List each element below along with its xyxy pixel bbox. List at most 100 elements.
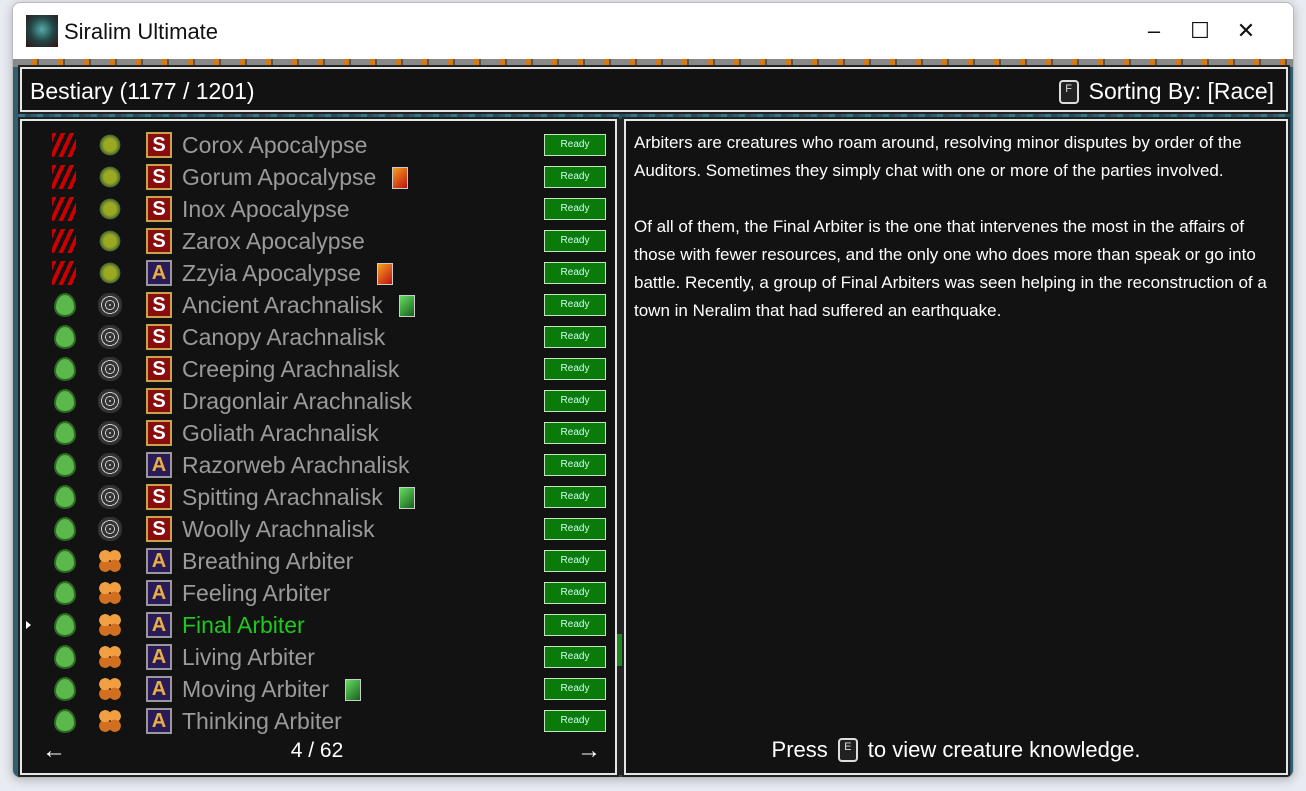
- creature-row[interactable]: A Feeling Arbiter Ready: [22, 577, 612, 609]
- class-badge-icon: S: [146, 132, 172, 158]
- creature-row[interactable]: A Razorweb Arachnalisk Ready: [22, 449, 612, 481]
- app-icon: [26, 15, 58, 47]
- creature-row[interactable]: S Canopy Arachnalisk Ready: [22, 321, 612, 353]
- ready-badge[interactable]: Ready: [544, 390, 606, 412]
- ready-badge[interactable]: Ready: [544, 262, 606, 284]
- ready-badge[interactable]: Ready: [544, 678, 606, 700]
- class-badge-icon: S: [146, 324, 172, 350]
- next-page-arrow[interactable]: →: [577, 737, 601, 765]
- game-area: Bestiary (1177 / 1201) F Sorting By: [Ra…: [13, 59, 1293, 777]
- creature-name: Ancient Arachnalisk: [182, 292, 383, 318]
- scrollbar-thumb[interactable]: [617, 634, 624, 666]
- arbiter-race-icon: [98, 581, 122, 605]
- ready-badge[interactable]: Ready: [544, 326, 606, 348]
- green-card-icon: [398, 294, 415, 317]
- ready-badge[interactable]: Ready: [544, 358, 606, 380]
- creature-description: Arbiters are creatures who roam around, …: [624, 119, 1288, 775]
- ready-badge[interactable]: Ready: [544, 518, 606, 540]
- sort-label: Sorting By: [Race]: [1088, 78, 1274, 104]
- class-badge-icon: A: [146, 612, 172, 638]
- page-indicator: 4 / 62: [290, 739, 344, 762]
- creature-name: Living Arbiter: [182, 644, 315, 670]
- creature-row[interactable]: S Woolly Arachnalisk Ready: [22, 513, 612, 545]
- serpent-race-icon: [98, 197, 122, 221]
- chaos-element-icon: [52, 197, 76, 221]
- ready-badge[interactable]: Ready: [544, 710, 606, 732]
- close-button[interactable]: ✕: [1223, 13, 1269, 49]
- arbiter-race-icon: [98, 645, 122, 669]
- creature-row[interactable]: S Inox Apocalypse Ready: [22, 193, 612, 225]
- arbiter-race-icon: [98, 709, 122, 733]
- ready-badge[interactable]: Ready: [544, 646, 606, 668]
- creature-name: Corox Apocalypse: [182, 132, 368, 158]
- creature-row[interactable]: S Dragonlair Arachnalisk Ready: [22, 385, 612, 417]
- nature-element-icon: [54, 389, 76, 413]
- green-card-icon: [345, 678, 362, 701]
- ready-badge[interactable]: Ready: [544, 166, 606, 188]
- creature-row[interactable]: A Moving Arbiter Ready: [22, 673, 612, 705]
- class-badge-icon: S: [146, 484, 172, 510]
- creature-row[interactable]: S Corox Apocalypse Ready: [22, 129, 612, 161]
- creature-name: Razorweb Arachnalisk: [182, 452, 410, 478]
- selection-cursor-icon: [26, 621, 31, 629]
- chaos-element-icon: [52, 165, 76, 189]
- nature-element-icon: [54, 485, 76, 509]
- minimize-button[interactable]: –: [1131, 13, 1177, 49]
- creature-name: Canopy Arachnalisk: [182, 324, 386, 350]
- web-race-icon: [98, 453, 122, 477]
- arbiter-race-icon: [98, 677, 122, 701]
- arbiter-race-icon: [98, 613, 122, 637]
- class-badge-icon: S: [146, 196, 172, 222]
- creature-name: Feeling Arbiter: [182, 580, 331, 606]
- ready-badge[interactable]: Ready: [544, 230, 606, 252]
- ready-badge[interactable]: Ready: [544, 550, 606, 572]
- class-badge-icon: S: [146, 356, 172, 382]
- creature-row[interactable]: A Final Arbiter Ready: [22, 609, 612, 641]
- creature-row[interactable]: A Breathing Arbiter Ready: [22, 545, 612, 577]
- class-badge-icon: A: [146, 548, 172, 574]
- class-badge-icon: A: [146, 580, 172, 606]
- ready-badge[interactable]: Ready: [544, 198, 606, 220]
- creature-row[interactable]: S Spitting Arachnalisk Ready: [22, 481, 612, 513]
- ready-badge[interactable]: Ready: [544, 294, 606, 316]
- creature-row[interactable]: A Zzyia Apocalypse Ready: [22, 257, 612, 289]
- ready-badge[interactable]: Ready: [544, 582, 606, 604]
- maximize-button[interactable]: ☐: [1177, 13, 1223, 49]
- creature-row[interactable]: S Ancient Arachnalisk Ready: [22, 289, 612, 321]
- serpent-race-icon: [98, 133, 122, 157]
- class-badge-icon: S: [146, 420, 172, 446]
- title-bar: Siralim Ultimate – ☐ ✕: [13, 3, 1293, 59]
- creature-row[interactable]: A Thinking Arbiter Ready: [22, 705, 612, 737]
- class-badge-icon: A: [146, 452, 172, 478]
- creature-row[interactable]: A Living Arbiter Ready: [22, 641, 612, 673]
- list-scrollbar[interactable]: [617, 119, 624, 775]
- class-badge-icon: A: [146, 676, 172, 702]
- nature-element-icon: [54, 549, 76, 573]
- ready-badge[interactable]: Ready: [544, 454, 606, 476]
- ready-badge[interactable]: Ready: [544, 486, 606, 508]
- nature-element-icon: [54, 677, 76, 701]
- class-badge-icon: S: [146, 516, 172, 542]
- key-e-icon: E: [837, 738, 858, 762]
- description-paragraph: Arbiters are creatures who roam around, …: [634, 133, 1242, 180]
- creature-name: Gorum Apocalypse: [182, 164, 377, 190]
- creature-row[interactable]: S Zarox Apocalypse Ready: [22, 225, 612, 257]
- creature-row[interactable]: S Gorum Apocalypse Ready: [22, 161, 612, 193]
- ready-badge[interactable]: Ready: [544, 422, 606, 444]
- sort-control[interactable]: F Sorting By: [Race]: [1058, 78, 1274, 105]
- creature-row[interactable]: S Goliath Arachnalisk Ready: [22, 417, 612, 449]
- nature-element-icon: [54, 613, 76, 637]
- class-badge-icon: A: [146, 708, 172, 734]
- nature-element-icon: [54, 421, 76, 445]
- serpent-race-icon: [98, 165, 122, 189]
- creature-name: Breathing Arbiter: [182, 548, 354, 574]
- bestiary-header: Bestiary (1177 / 1201) F Sorting By: [Ra…: [20, 67, 1288, 112]
- ready-badge[interactable]: Ready: [544, 614, 606, 636]
- creature-row[interactable]: S Creeping Arachnalisk Ready: [22, 353, 612, 385]
- creature-name: Thinking Arbiter: [182, 708, 342, 734]
- decorative-border: [13, 59, 1293, 67]
- nature-element-icon: [54, 709, 76, 733]
- ready-badge[interactable]: Ready: [544, 134, 606, 156]
- web-race-icon: [98, 389, 122, 413]
- description-paragraph: Of all of them, the Final Arbiter is the…: [634, 217, 1267, 320]
